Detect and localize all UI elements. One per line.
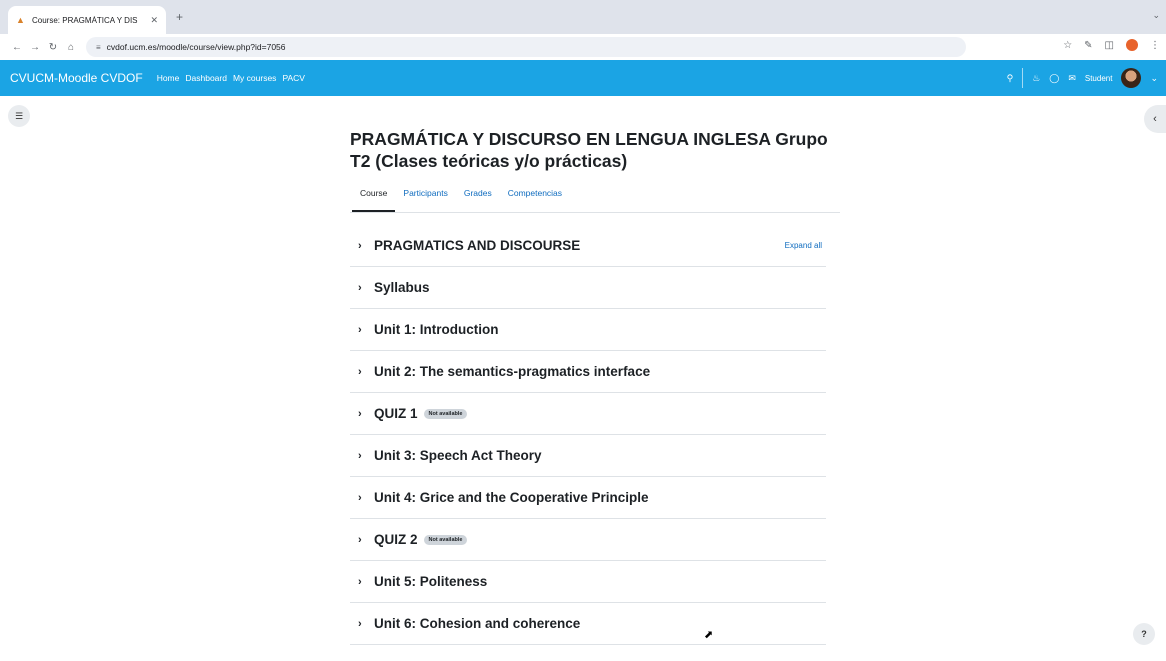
site-info-icon[interactable]: ≡: [96, 43, 101, 52]
chevron-right-icon[interactable]: ›: [358, 324, 374, 336]
moodle-favicon-icon: ▲: [16, 15, 25, 25]
chevron-right-icon[interactable]: ›: [358, 492, 374, 504]
section-row[interactable]: › Unit 5: Politeness: [350, 561, 826, 603]
mouse-pointer-icon: ⬈: [704, 629, 714, 641]
extensions-icon[interactable]: ✎: [1084, 40, 1092, 51]
section-row[interactable]: › PRAGMATICS AND DISCOURSE Expand all: [350, 225, 826, 267]
section-row[interactable]: › Unit 1: Introduction: [350, 309, 826, 351]
status-badge: Not available: [423, 534, 468, 545]
section-title[interactable]: Unit 6: Cohesion and coherence: [374, 616, 580, 631]
course-index-toggle-icon[interactable]: ☰: [8, 105, 30, 127]
expand-all-link[interactable]: Expand all: [785, 241, 822, 250]
section-row[interactable]: › Unit 2: The semantics-pragmatics inter…: [350, 351, 826, 393]
forward-arrow-icon[interactable]: →: [26, 42, 44, 53]
chevron-right-icon[interactable]: ›: [358, 282, 374, 294]
tab-course[interactable]: Course: [352, 188, 396, 212]
browser-toolbar: ☆ ✎ ◫ ⋮: [1063, 39, 1160, 51]
envelope-icon[interactable]: ✉: [1068, 73, 1076, 84]
browser-menu-icon[interactable]: ⋮: [1150, 40, 1160, 51]
browser-tab-strip: ▲ Course: PRAGMÁTICA Y DIS ✕ + ⌄: [0, 0, 1166, 34]
side-panel-icon[interactable]: ◫: [1105, 40, 1114, 51]
tab-participants[interactable]: Participants: [395, 188, 455, 212]
nav-home[interactable]: Home: [157, 73, 180, 83]
site-brand[interactable]: CVUCM-Moodle CVDOF: [10, 71, 143, 85]
course-tabs: Course Participants Grades Competencias: [350, 188, 840, 213]
close-tab-icon[interactable]: ✕: [150, 15, 158, 26]
section-title[interactable]: Unit 4: Grice and the Cooperative Princi…: [374, 490, 649, 505]
chevron-right-icon[interactable]: ›: [358, 618, 374, 630]
section-row[interactable]: › Unit 6: Cohesion and coherence: [350, 603, 826, 645]
section-row[interactable]: › QUIZ 1 Not available: [350, 393, 826, 435]
course-main: PRAGMÁTICA Y DISCURSO EN LENGUA INGLESA …: [350, 128, 840, 645]
chat-bubble-icon[interactable]: ◯: [1049, 73, 1059, 84]
section-title[interactable]: QUIZ 2: [374, 532, 418, 547]
tab-grades[interactable]: Grades: [456, 188, 500, 212]
tab-search-icon[interactable]: ⌄: [1152, 10, 1160, 21]
moodle-navbar: CVUCM-Moodle CVDOF Home Dashboard My cou…: [0, 60, 1166, 96]
tab-competencias[interactable]: Competencias: [500, 188, 570, 212]
new-tab-button[interactable]: +: [176, 10, 183, 24]
help-button[interactable]: ?: [1133, 623, 1155, 645]
chevron-down-icon[interactable]: ⌄: [1150, 73, 1158, 84]
browser-tab-title: Course: PRAGMÁTICA Y DIS: [32, 15, 138, 25]
browser-tab[interactable]: ▲ Course: PRAGMÁTICA Y DIS ✕: [8, 6, 166, 34]
chevron-right-icon[interactable]: ›: [358, 576, 374, 588]
chevron-right-icon[interactable]: ›: [358, 366, 374, 378]
navbar-user-area: ⚲ ♨ ◯ ✉ Student ⌄: [1007, 60, 1158, 96]
chevron-right-icon[interactable]: ›: [358, 408, 374, 420]
user-name[interactable]: Student: [1085, 74, 1113, 83]
reload-icon[interactable]: ↻: [44, 42, 62, 53]
search-icon[interactable]: ⚲: [1007, 73, 1014, 84]
nav-pacv[interactable]: PACV: [282, 73, 305, 83]
back-arrow-icon[interactable]: ←: [8, 42, 26, 53]
address-bar-row: ← → ↻ ⌂ ≡ cvdof.ucm.es/moodle/course/vie…: [0, 34, 1166, 60]
status-badge: Not available: [423, 408, 468, 419]
url-text: cvdof.ucm.es/moodle/course/view.php?id=7…: [106, 42, 286, 52]
bookmark-star-icon[interactable]: ☆: [1063, 40, 1072, 51]
section-title[interactable]: QUIZ 1: [374, 406, 418, 421]
nav-dashboard[interactable]: Dashboard: [185, 73, 227, 83]
section-title[interactable]: Unit 3: Speech Act Theory: [374, 448, 542, 463]
section-row[interactable]: › Unit 4: Grice and the Cooperative Prin…: [350, 477, 826, 519]
section-row[interactable]: › Unit 3: Speech Act Theory: [350, 435, 826, 477]
url-bar[interactable]: ≡ cvdof.ucm.es/moodle/course/view.php?id…: [86, 37, 966, 57]
section-title[interactable]: PRAGMATICS AND DISCOURSE: [374, 238, 580, 253]
chevron-right-icon[interactable]: ›: [358, 534, 374, 546]
profile-avatar-icon[interactable]: [1126, 39, 1138, 51]
section-row[interactable]: › QUIZ 2 Not available: [350, 519, 826, 561]
avatar[interactable]: [1121, 68, 1142, 88]
block-drawer-toggle-icon[interactable]: ‹: [1144, 105, 1166, 133]
section-row[interactable]: › Syllabus: [350, 267, 826, 309]
section-title[interactable]: Unit 2: The semantics-pragmatics interfa…: [374, 364, 650, 379]
navbar-divider: [1022, 68, 1024, 88]
section-title[interactable]: Unit 1: Introduction: [374, 322, 498, 337]
page-title: PRAGMÁTICA Y DISCURSO EN LENGUA INGLESA …: [350, 129, 828, 171]
chevron-right-icon[interactable]: ›: [358, 240, 374, 252]
course-sections: › PRAGMATICS AND DISCOURSE Expand all › …: [350, 225, 826, 645]
bell-icon[interactable]: ♨: [1032, 73, 1040, 84]
home-icon[interactable]: ⌂: [62, 42, 80, 53]
section-title[interactable]: Syllabus: [374, 280, 430, 295]
nav-my-courses[interactable]: My courses: [233, 73, 276, 83]
section-title[interactable]: Unit 5: Politeness: [374, 574, 487, 589]
chevron-right-icon[interactable]: ›: [358, 450, 374, 462]
